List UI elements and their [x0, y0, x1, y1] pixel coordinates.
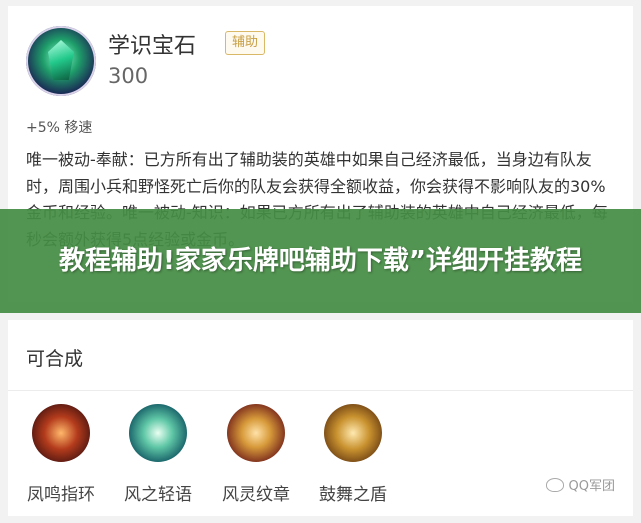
banner-text: 教程辅助!家家乐牌吧辅助下载”详细开挂教程 [59, 246, 582, 276]
compose-title: 可合成 [26, 348, 84, 370]
compose-item-wind[interactable]: 风之轻语 [113, 404, 203, 505]
item-stat: +5% 移速 [26, 120, 93, 136]
item-type-badge: 辅助 [225, 31, 266, 55]
gem-icon [26, 26, 96, 96]
compose-item-label: 凤鸣指环 [27, 485, 95, 505]
watermark-text: QQ军团 [568, 479, 615, 494]
item-price: 300 [108, 64, 149, 88]
emblem-icon [227, 404, 285, 462]
compose-item-shield[interactable]: 鼓舞之盾 [308, 404, 398, 505]
compose-item-emblem[interactable]: 风灵纹章 [211, 404, 301, 505]
shield-icon [324, 404, 382, 462]
compose-item-label: 鼓舞之盾 [319, 485, 387, 505]
wind-icon [129, 404, 187, 462]
compose-card: 可合成 凤鸣指环 风之轻语 风灵纹章 鼓舞之盾 QQ军团 [8, 320, 633, 516]
ring-icon [32, 404, 90, 462]
compose-item-label: 风灵纹章 [222, 485, 290, 505]
divider [8, 390, 633, 391]
compose-item-ring[interactable]: 凤鸣指环 [16, 404, 106, 505]
wechat-icon [545, 477, 564, 492]
item-name: 学识宝石 [108, 34, 197, 59]
watermark: QQ军团 [545, 475, 615, 494]
overlay-banner: 教程辅助!家家乐牌吧辅助下载”详细开挂教程 [0, 209, 641, 313]
compose-item-label: 风之轻语 [124, 485, 192, 505]
